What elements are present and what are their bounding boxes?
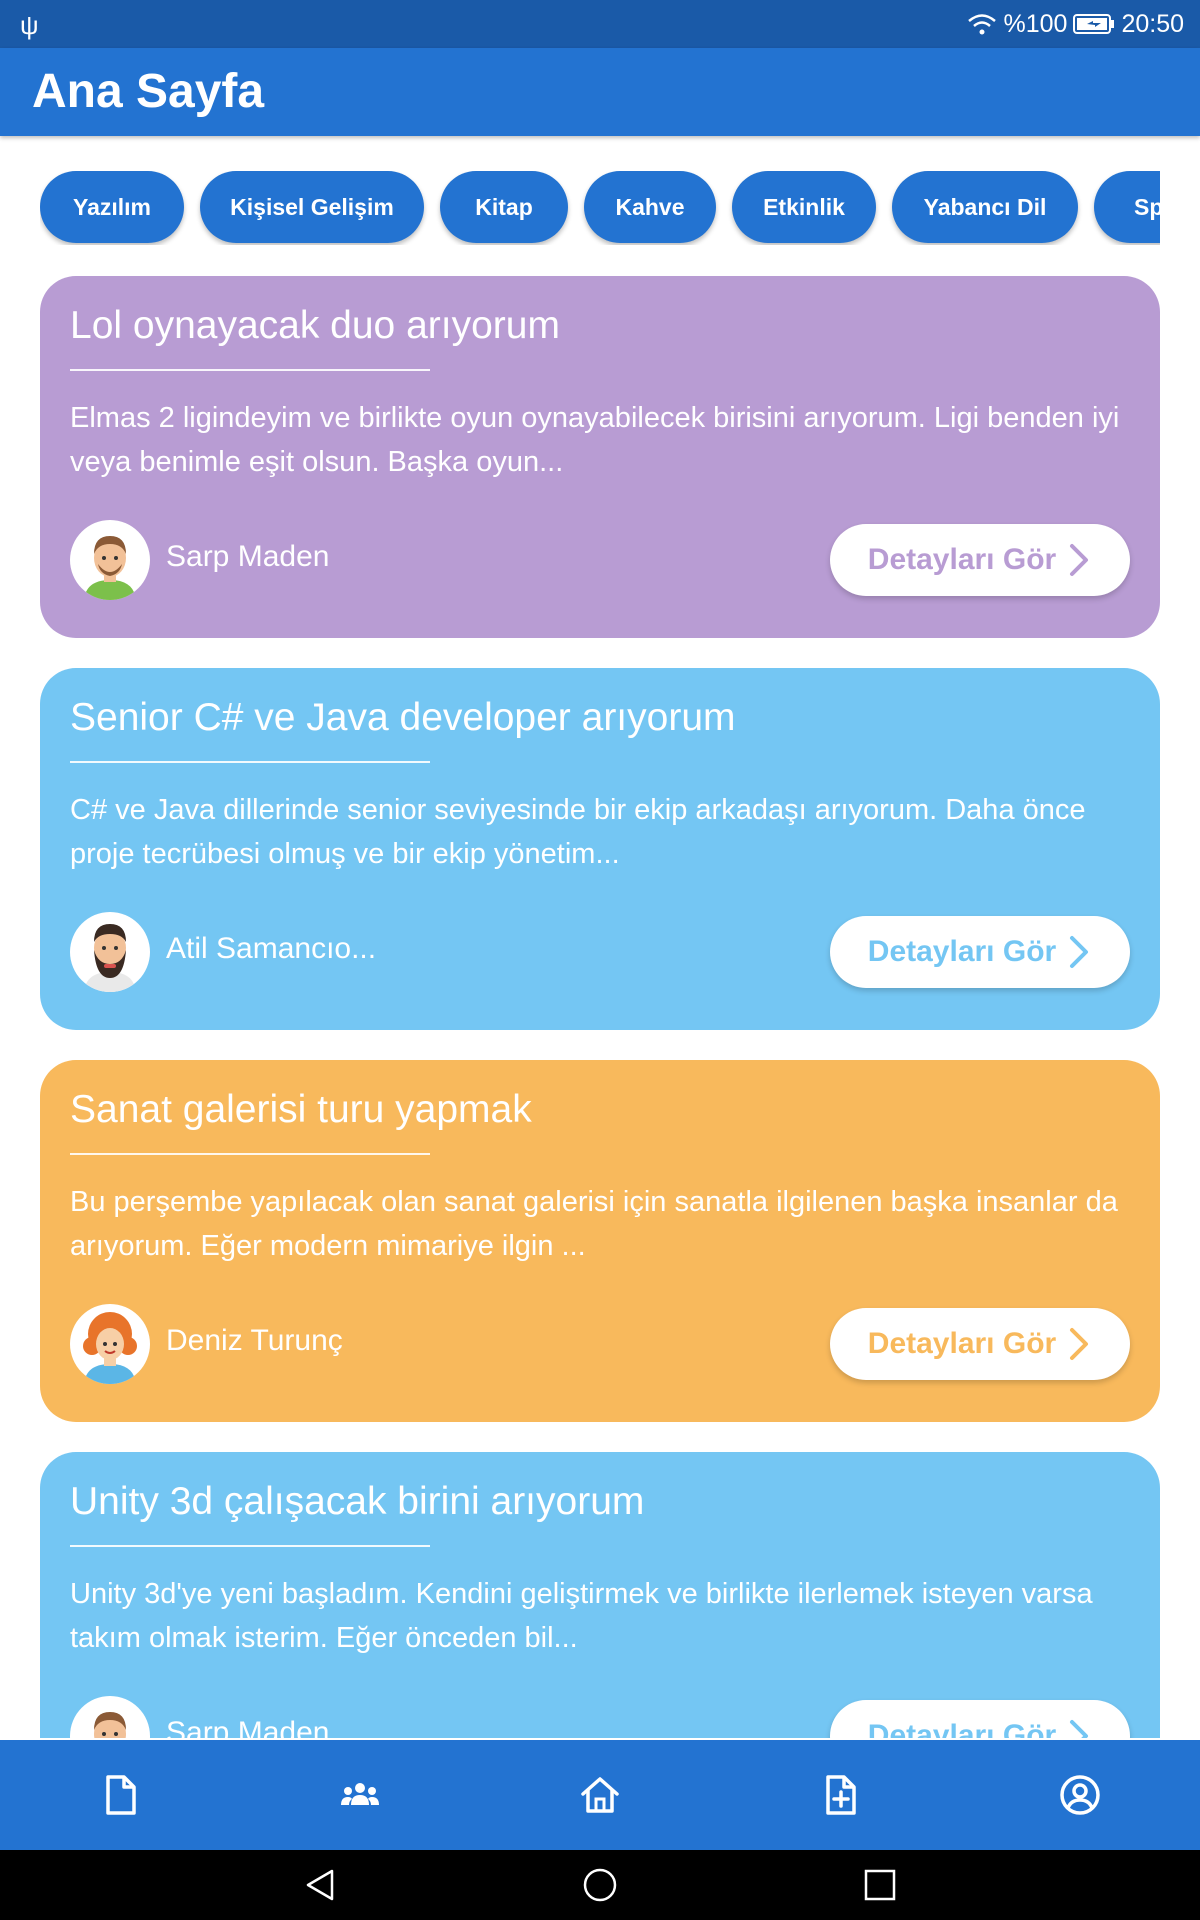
title-divider	[70, 1153, 430, 1155]
home-circle-icon[interactable]	[582, 1867, 618, 1903]
man-avatar-icon	[70, 1696, 150, 1738]
category-chip[interactable]: Kişisel Gelişim	[200, 171, 424, 243]
category-chip[interactable]: Etkinlik	[732, 171, 876, 243]
profile-icon	[1060, 1775, 1100, 1815]
title-divider	[70, 761, 430, 763]
post-card[interactable]: Sanat galerisi turu yapmak Bu perşembe y…	[40, 1060, 1160, 1422]
document-icon	[106, 1775, 136, 1815]
man-avatar-icon	[70, 520, 150, 600]
author-name: Deniz Turunç	[166, 1324, 343, 1357]
post-title: Lol oynayacak duo arıyorum	[70, 304, 560, 347]
details-button-label: Detayları Gör	[867, 935, 1057, 968]
bottom-navigation	[0, 1740, 1200, 1850]
chevron-right-icon	[1070, 544, 1089, 576]
nav-item-posts[interactable]	[0, 1740, 240, 1850]
people-icon	[341, 1783, 379, 1805]
post-title: Senior C# ve Java developer arıyorum	[70, 696, 736, 739]
girl-avatar-icon	[70, 1304, 150, 1384]
post-title: Unity 3d çalışacak birini arıyorum	[70, 1480, 645, 1523]
category-chip[interactable]: Yazılım	[40, 171, 184, 243]
category-chip[interactable]: Yabancı Dil	[892, 171, 1078, 243]
category-chips[interactable]: Yazılım Kişisel Gelişim Kitap Kahve Etki…	[40, 171, 1160, 245]
add-document-icon	[826, 1775, 856, 1815]
title-divider	[70, 1545, 430, 1547]
chevron-right-icon	[1070, 936, 1089, 968]
page-title: Ana Sayfa	[32, 65, 265, 118]
app-bar: Ana Sayfa	[0, 48, 1200, 136]
chevron-right-icon	[1070, 1328, 1089, 1360]
details-button[interactable]: Detayları Gör	[830, 524, 1130, 596]
post-description: Bu perşembe yapılacak olan sanat galeris…	[70, 1186, 1118, 1262]
back-icon[interactable]	[302, 1867, 338, 1903]
post-card[interactable]: Unity 3d çalışacak birini arıyorum Unity…	[40, 1452, 1160, 1738]
recents-icon[interactable]	[862, 1867, 898, 1903]
details-button-label: Detayları Gör	[867, 1327, 1057, 1360]
clock: 20:50	[1121, 9, 1184, 38]
post-description: C# ve Java dillerinde senior seviyesinde…	[70, 794, 1086, 870]
system-navigation-bar	[0, 1850, 1200, 1920]
post-card[interactable]: Senior C# ve Java developer arıyorum C# …	[40, 668, 1160, 1030]
post-description: Unity 3d'ye yeni başladım. Kendini geliş…	[70, 1578, 1093, 1654]
details-button-label: Detayları Gör	[867, 1719, 1057, 1738]
nav-item-new-post[interactable]	[720, 1740, 960, 1850]
chevron-right-icon	[1070, 1720, 1089, 1738]
author-name: Sarp Maden	[166, 1716, 330, 1738]
category-chip[interactable]: Kitap	[440, 171, 568, 243]
details-button[interactable]: Detayları Gör	[830, 1308, 1130, 1380]
home-icon	[581, 1777, 619, 1813]
battery-icon	[1073, 14, 1115, 34]
wifi-icon	[968, 14, 997, 35]
status-bar: ψ %100 20:50	[0, 0, 1200, 48]
category-chip[interactable]: Sp	[1094, 171, 1160, 243]
post-card[interactable]: Lol oynayacak duo arıyorum Elmas 2 ligin…	[40, 276, 1160, 638]
status-right: %100 20:50	[967, 8, 1184, 40]
details-button-label: Detayları Gör	[867, 543, 1057, 576]
author-name: Atil Samancıo...	[166, 932, 377, 965]
details-button[interactable]: Detayları Gör	[830, 916, 1130, 988]
usb-icon: ψ	[20, 10, 39, 40]
battery-percent: %100	[1003, 9, 1068, 38]
author-name: Sarp Maden	[166, 540, 330, 573]
post-title: Sanat galerisi turu yapmak	[70, 1088, 532, 1131]
nav-item-groups[interactable]	[240, 1740, 480, 1850]
bearded-man-avatar-icon	[70, 912, 150, 992]
details-button[interactable]: Detayları Gör	[830, 1700, 1130, 1738]
nav-item-profile[interactable]	[960, 1740, 1200, 1850]
post-feed[interactable]: Lol oynayacak duo arıyorum Elmas 2 ligin…	[40, 276, 1160, 1738]
category-chip[interactable]: Kahve	[584, 171, 716, 243]
post-description: Elmas 2 ligindeyim ve birlikte oyun oyna…	[70, 402, 1120, 478]
title-divider	[70, 369, 430, 371]
nav-item-home[interactable]	[480, 1740, 720, 1850]
